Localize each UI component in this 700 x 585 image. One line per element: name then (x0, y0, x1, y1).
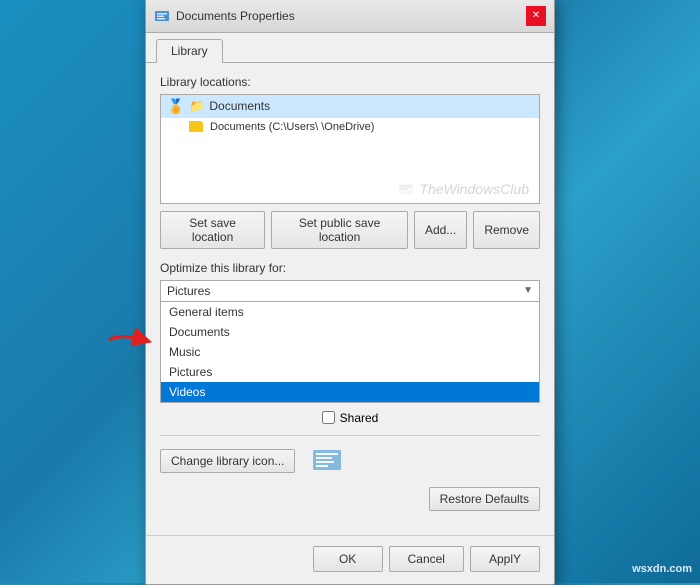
library-icon-preview (311, 444, 343, 479)
cancel-button[interactable]: Cancel (389, 546, 464, 572)
star-icon: 🏅 (167, 98, 184, 115)
bottom-buttons: OK Cancel ApplY (146, 535, 554, 584)
remove-button[interactable]: Remove (473, 211, 540, 249)
dialog: Documents Properties ✕ Library Library l… (145, 0, 555, 585)
item-label: Documents (C:\Users\ \OneDrive) (210, 121, 374, 133)
dropdown-list: General items Documents Music Pictures V… (160, 302, 540, 403)
library-locations-label: Library locations: (160, 75, 540, 89)
set-save-location-button[interactable]: Set save location (160, 211, 265, 249)
dropdown-item-pictures[interactable]: Pictures (161, 362, 539, 382)
restore-defaults-button[interactable]: Restore Defaults (429, 487, 540, 511)
list-item[interactable]: Documents (C:\Users\ \OneDrive) (161, 118, 539, 136)
item-icon: 📁 (189, 99, 204, 113)
shared-checkbox-row: Shared (160, 411, 540, 425)
dialog-icon (154, 8, 170, 24)
close-button[interactable]: ✕ (526, 6, 546, 26)
dropdown-item-general[interactable]: General items (161, 302, 539, 322)
add-button[interactable]: Add... (414, 211, 467, 249)
dropdown-section: Pictures ▼ General items Documents Music… (160, 280, 540, 403)
list-item[interactable]: 🏅 📁 Documents (161, 95, 539, 118)
shared-checkbox[interactable] (322, 411, 335, 424)
watermark-text: TheWindowsClub (419, 181, 529, 197)
shared-label: Shared (340, 411, 379, 425)
arrow-indicator (105, 325, 155, 358)
dropdown-item-music[interactable]: Music (161, 342, 539, 362)
dropdown-item-documents[interactable]: Documents (161, 322, 539, 342)
dropdown-item-videos[interactable]: Videos (161, 382, 539, 402)
restore-row: Restore Defaults (160, 487, 540, 511)
set-public-save-location-button[interactable]: Set public save location (271, 211, 408, 249)
change-icon-row: Change library icon... (160, 444, 540, 479)
watermark: TheWindowsClub (397, 180, 529, 198)
tab-library[interactable]: Library (156, 39, 223, 63)
library-list: 🏅 📁 Documents Documents (C:\Users\ \OneD… (160, 94, 540, 204)
optimize-label: Optimize this library for: (160, 261, 540, 275)
change-library-icon-button[interactable]: Change library icon... (160, 449, 295, 473)
optimize-dropdown[interactable]: Pictures ▼ (160, 280, 540, 302)
divider (160, 435, 540, 436)
dialog-title: Documents Properties (176, 9, 295, 23)
title-bar: Documents Properties ✕ (146, 0, 554, 33)
ok-button[interactable]: OK (313, 546, 383, 572)
folder-icon (189, 121, 203, 132)
chevron-down-icon: ▼ (523, 285, 533, 296)
tabs: Library (146, 33, 554, 63)
title-bar-left: Documents Properties (154, 8, 295, 24)
location-buttons: Set save location Set public save locati… (160, 211, 540, 249)
apply-button[interactable]: ApplY (470, 546, 540, 572)
wsxdn-label: wsxdn.com (632, 563, 692, 575)
dialog-content: Library locations: 🏅 📁 Documents Documen… (146, 63, 554, 535)
red-arrow-icon (105, 325, 155, 355)
item-label: Documents (209, 99, 270, 113)
dropdown-value: Pictures (167, 284, 210, 298)
